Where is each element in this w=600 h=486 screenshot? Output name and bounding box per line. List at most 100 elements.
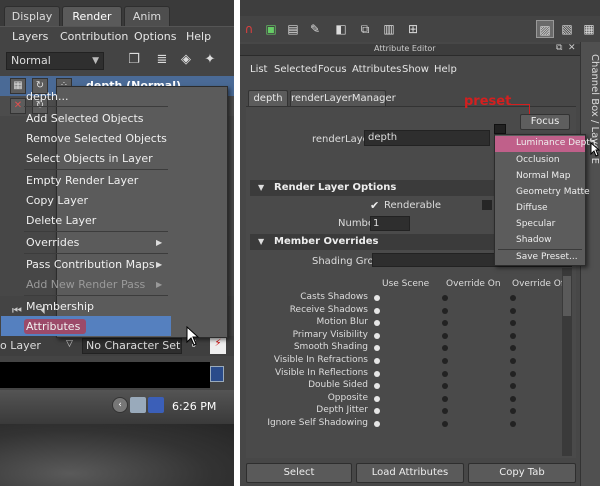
command-line[interactable] xyxy=(0,362,210,388)
override-off-radio[interactable] xyxy=(510,421,516,427)
background-area xyxy=(0,424,234,486)
tool-settings-icon[interactable]: ▧ xyxy=(558,20,576,38)
menu-item-select-objects[interactable]: Select Objects in Layer xyxy=(26,152,153,165)
menu-contribution[interactable]: Contribution xyxy=(60,30,128,43)
channel-box-icon[interactable]: ▦ xyxy=(580,20,598,38)
menu-help[interactable]: Help xyxy=(186,30,211,43)
tab-depth[interactable]: depth xyxy=(248,90,288,106)
close-icon[interactable]: ✕ xyxy=(568,43,576,53)
layer-stack-icon[interactable]: ≣ xyxy=(152,50,172,70)
menu-item-pass-contribution-maps[interactable]: Pass Contribution Maps xyxy=(26,258,155,271)
menu-item-remove-selected[interactable]: Remove Selected Objects xyxy=(26,132,167,145)
menu-selected[interactable]: Selected xyxy=(274,64,317,75)
override-on-radio[interactable] xyxy=(442,307,448,314)
use-scene-radio[interactable] xyxy=(374,332,380,339)
menu-list[interactable]: List xyxy=(250,64,267,75)
use-scene-radio[interactable] xyxy=(374,370,380,377)
override-off-radio[interactable] xyxy=(510,307,516,314)
chevron-down-icon[interactable]: ▽ xyxy=(66,339,73,349)
preset-geometry-matte[interactable]: Geometry Matte xyxy=(516,187,590,197)
preset-specular[interactable]: Specular xyxy=(516,219,555,229)
preset-occlusion[interactable]: Occlusion xyxy=(516,155,560,165)
tab-anim[interactable]: Anim xyxy=(124,6,170,26)
render-sparkle-icon[interactable]: ✦ xyxy=(200,50,220,70)
float-icon[interactable]: ⧉ xyxy=(556,43,562,53)
menu-separator xyxy=(24,253,168,254)
tab-display[interactable]: Display xyxy=(4,6,60,26)
attribute-editor-toggle-icon[interactable]: ▨ xyxy=(536,20,554,38)
override-off-radio[interactable] xyxy=(510,295,516,301)
menu-item-copy-layer[interactable]: Copy Layer xyxy=(26,194,88,207)
render-toggle-icon[interactable]: ▦ xyxy=(10,78,26,94)
preset-normal-map[interactable]: Normal Map xyxy=(516,171,570,181)
network-icon[interactable] xyxy=(130,397,146,413)
menu-item-overrides[interactable]: Overrides xyxy=(26,236,79,249)
vertical-scrollbar[interactable] xyxy=(562,268,572,456)
tab-render-layer-manager[interactable]: renderLayerManager xyxy=(290,90,396,106)
magnet-icon[interactable]: ∩ xyxy=(240,20,258,38)
blend-mode-select[interactable]: Normal ▼ xyxy=(6,52,104,70)
mouse-cursor-icon xyxy=(590,142,600,157)
outliner-icon[interactable]: ▥ xyxy=(380,20,398,38)
preset-save[interactable]: Save Preset... xyxy=(516,252,578,262)
menu-help[interactable]: Help xyxy=(434,64,457,75)
monitor-icon[interactable] xyxy=(148,397,164,413)
menu-show[interactable]: Show xyxy=(402,64,429,75)
preset-diffuse[interactable]: Diffuse xyxy=(516,203,548,213)
menu-options[interactable]: Options xyxy=(134,30,176,43)
collapse-triangle-icon: ▼ xyxy=(258,237,265,246)
override-on-radio[interactable] xyxy=(442,295,448,301)
tray-chevron-icon[interactable]: ‹ xyxy=(112,397,128,413)
menu-item-attributes[interactable]: Attributes xyxy=(26,320,80,333)
use-scene-radio[interactable] xyxy=(374,295,380,301)
script-editor-icon[interactable] xyxy=(210,366,224,382)
scrollbar-thumb[interactable] xyxy=(563,276,571,316)
menu-layers[interactable]: Layers xyxy=(12,30,48,43)
render-layer-field[interactable]: depth xyxy=(364,130,490,146)
load-attributes-button[interactable]: Load Attributes xyxy=(356,463,464,483)
override-on-radio[interactable] xyxy=(442,332,448,339)
hypergraph-icon[interactable]: ⧉ xyxy=(356,20,374,38)
select-button[interactable]: Select xyxy=(246,463,352,483)
override-on-radio[interactable] xyxy=(442,370,448,377)
presets-button[interactable] xyxy=(494,124,506,134)
use-scene-radio[interactable] xyxy=(374,307,380,314)
number-field[interactable]: 1 xyxy=(370,216,410,231)
new-layer-icon[interactable]: ❐ xyxy=(124,50,144,70)
render-frame-icon[interactable]: ▤ xyxy=(284,20,302,38)
character-set-select[interactable]: No Character Set xyxy=(82,338,182,354)
swatch xyxy=(482,200,492,210)
copy-tab-button[interactable]: Copy Tab xyxy=(468,463,576,483)
renderable-checkbox[interactable]: ✔ xyxy=(370,200,382,212)
menu-item-add-selected[interactable]: Add Selected Objects xyxy=(26,112,144,125)
override-on-radio[interactable] xyxy=(442,395,448,402)
menu-focus[interactable]: Focus xyxy=(318,64,347,75)
menu-item-depth[interactable]: depth... xyxy=(26,90,69,103)
use-scene-radio[interactable] xyxy=(374,421,380,427)
override-label: Visible In Reflections xyxy=(275,367,368,378)
use-scene-radio[interactable] xyxy=(374,358,380,364)
render-view-icon[interactable]: ▣ xyxy=(262,20,280,38)
override-off-radio[interactable] xyxy=(510,370,516,377)
menu-separator xyxy=(24,106,168,107)
render-settings-icon[interactable]: ◈ xyxy=(176,50,196,70)
hypershade-icon[interactable]: ◧ xyxy=(332,20,350,38)
menu-attributes[interactable]: Attributes xyxy=(352,64,401,75)
focus-button[interactable]: Focus xyxy=(520,114,570,130)
menu-item-membership[interactable]: Membership xyxy=(26,300,94,313)
animation-prefs-icon[interactable]: ⚡ xyxy=(210,338,226,354)
preset-luminance-depth[interactable]: Luminance Depth xyxy=(516,138,596,148)
menu-item-delete-layer[interactable]: Delete Layer xyxy=(26,214,96,227)
preset-menu xyxy=(494,134,586,266)
override-on-radio[interactable] xyxy=(442,421,448,427)
override-off-radio[interactable] xyxy=(510,395,516,402)
node-editor-icon[interactable]: ⊞ xyxy=(404,20,422,38)
ipr-render-icon[interactable]: ✎ xyxy=(306,20,324,38)
override-off-radio[interactable] xyxy=(510,358,516,364)
tab-render[interactable]: Render xyxy=(62,6,122,26)
preset-shadow[interactable]: Shadow xyxy=(516,235,552,245)
override-off-radio[interactable] xyxy=(510,332,516,339)
use-scene-radio[interactable] xyxy=(374,395,380,402)
menu-item-empty-render-layer[interactable]: Empty Render Layer xyxy=(26,174,138,187)
override-on-radio[interactable] xyxy=(442,358,448,364)
